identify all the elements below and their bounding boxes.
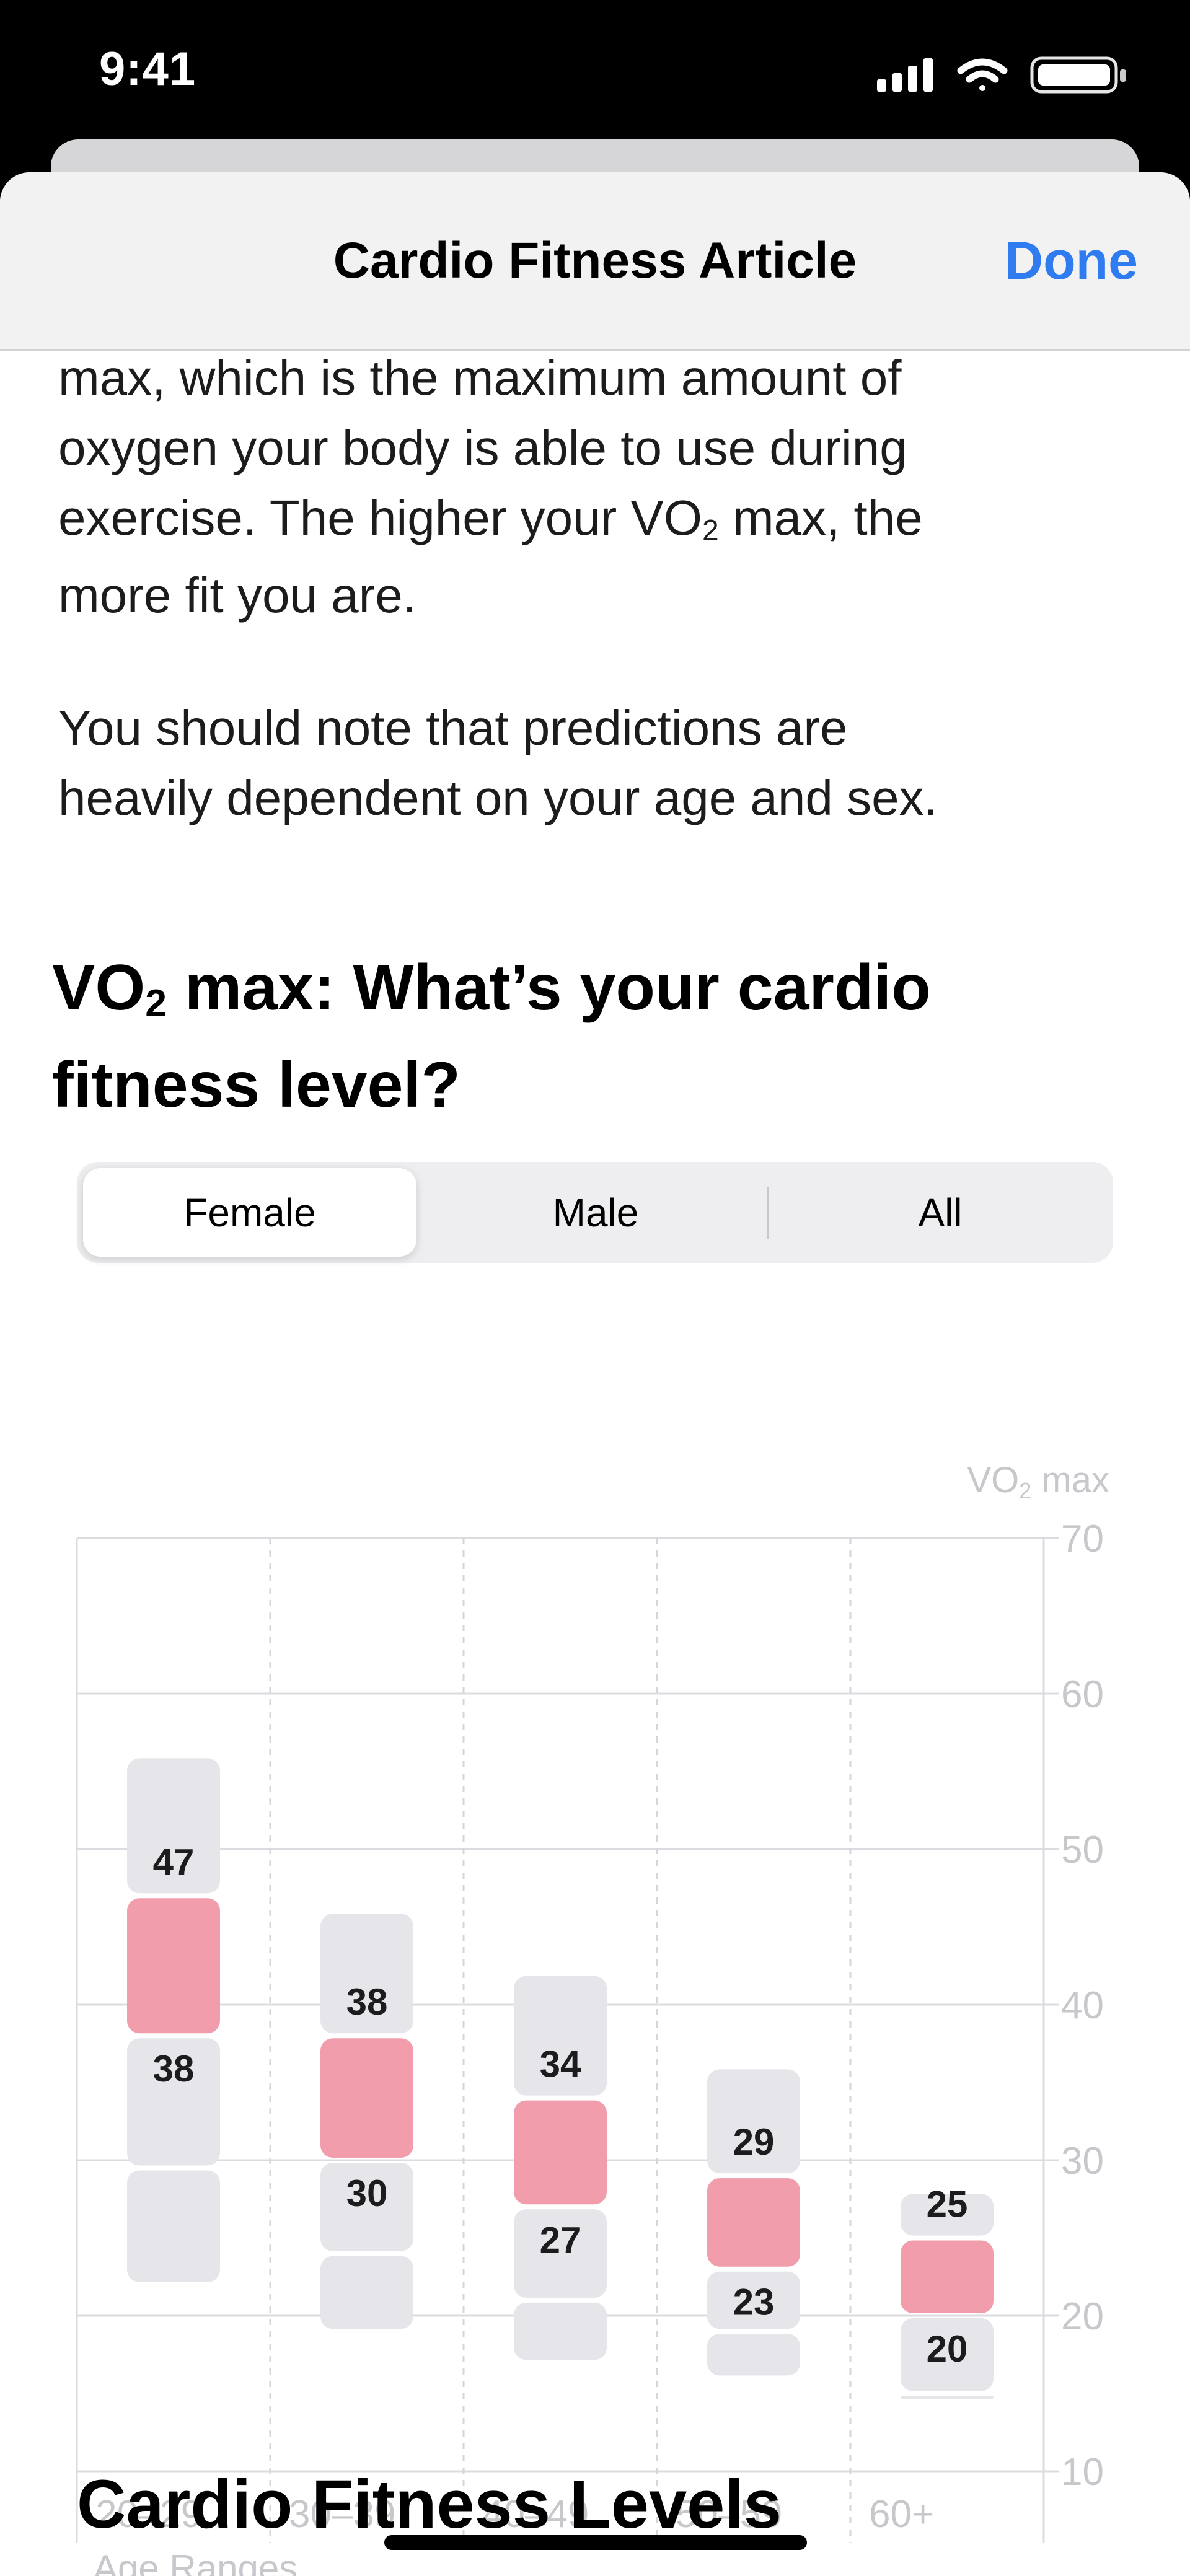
segment-female[interactable]: Female [83,1168,416,1257]
segment-all[interactable]: All [774,1168,1107,1257]
bar-label-upper: 34 [540,2044,581,2085]
bar-label-upper: 38 [346,1981,388,2023]
bar-label-lower: 23 [733,2282,775,2323]
cellular-signal-icon [877,58,933,92]
article-sheet: max, which is the maximum amount of oxyg… [0,172,1190,2576]
vo2-max-chart: 7060504030201020–29 30–39 40–49 50–59 60+ 47… [76,1460,1109,2576]
range-segment-very-low [707,2334,800,2376]
paragraph-line: You should note that predictions are [58,700,848,755]
done-button[interactable]: Done [1005,231,1138,292]
range-segment-very-low [127,2170,220,2282]
y-tick-label: 50 [1061,1829,1104,1871]
bar-label-upper: 29 [733,2121,775,2163]
range-segment-highlight [707,2178,800,2267]
paragraph-line: max, which is the maximum amount of [58,350,902,405]
range-segment-highlight [901,2240,994,2313]
navigation-bar: Cardio Fitness Article Done [0,172,1190,351]
range-segment-very-low [514,2302,607,2360]
y-tick-label: 60 [1061,1673,1104,1716]
bar-label-lower: 30 [346,2173,388,2214]
paragraph-line: more fit you are. [58,568,417,623]
screen: 9:41 max, which is the maximum amount of… [0,0,1190,2576]
y-tick-label: 30 [1061,2140,1104,2183]
bar-label-upper: 47 [153,1841,195,1883]
battery-icon [1030,56,1126,94]
sex-segmented-control: Female Male All [77,1162,1113,1263]
bar-label-lower: 20 [927,2328,968,2370]
range-segment-highlight [127,1898,220,2034]
x-tick-label: 60+ [869,2493,934,2536]
status-icons [877,56,1126,94]
paragraph-line: exercise. The higher your VO2 max, the [58,490,923,547]
home-indicator [384,2535,807,2550]
x-axis-title: Age Ranges [93,2547,298,2576]
range-segment-very-low [901,2396,994,2399]
range-segment-highlight [320,2038,413,2158]
bar-label-upper: 25 [927,2184,968,2225]
segment-divider [767,1187,769,1239]
segment-male[interactable]: Male [429,1168,762,1257]
y-tick-label: 70 [1061,1518,1104,1560]
bar-label-lower: 27 [540,2219,581,2261]
bar-label-lower: 38 [153,2048,195,2090]
y-tick-label: 20 [1061,2295,1104,2338]
section-heading-vo2: VO2 max: What’s your cardio fitness leve… [52,952,931,1121]
y-tick-label: 10 [1061,2451,1104,2494]
paragraph-line: oxygen your body is able to use during [58,420,907,475]
wifi-icon [957,58,1008,91]
y-tick-label: 40 [1061,1984,1104,2027]
status-time: 9:41 [99,43,196,95]
paragraph-predictions-note: You should note that predictions are hea… [58,693,1112,833]
range-segment-very-low [320,2256,413,2329]
paragraph-line: heavily dependent on your age and sex. [58,770,938,825]
section-title-cardio-fitness-levels: Cardio Fitness Levels [77,2466,782,2543]
paragraph-vo2-definition: max, which is the maximum amount of oxyg… [58,343,1112,630]
status-bar: 9:41 [0,0,1190,143]
range-segment-highlight [514,2100,607,2205]
y-axis-title: VO2 max [967,1460,1109,1503]
